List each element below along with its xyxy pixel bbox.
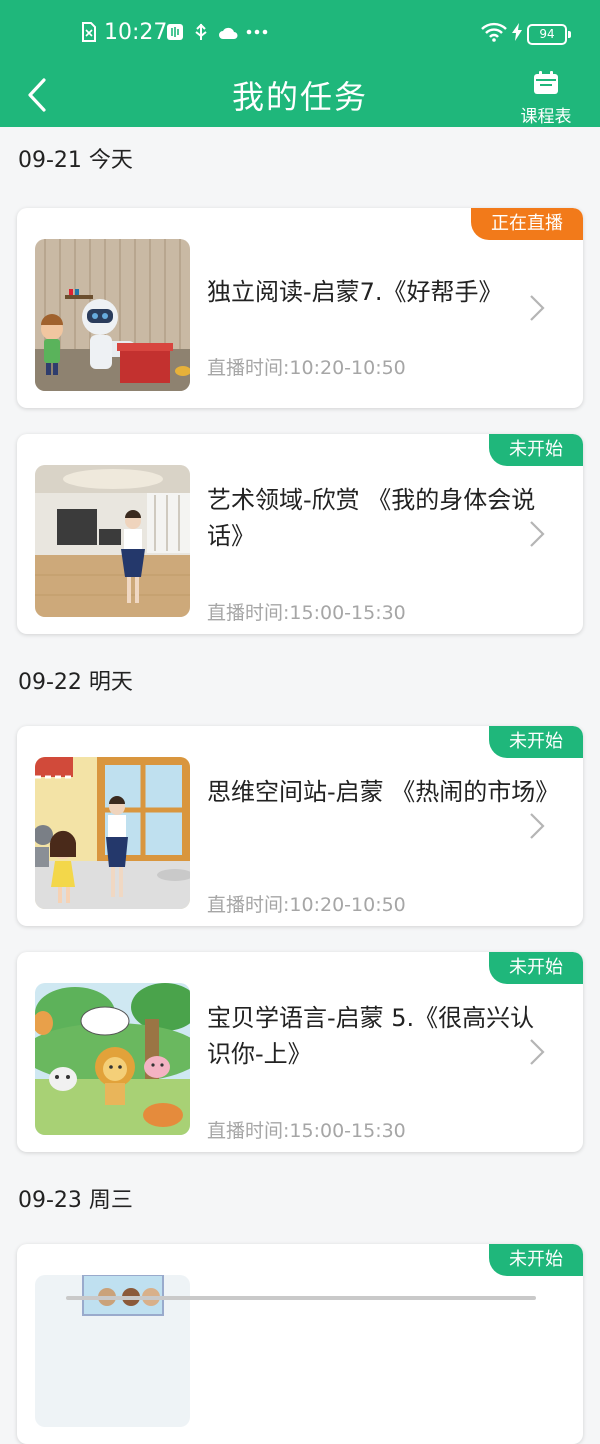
calendar-icon (534, 71, 558, 94)
course-thumbnail (35, 239, 190, 391)
cloud-icon (218, 22, 240, 42)
task-card[interactable]: 未开始 艺术领域-欣赏 《我的身体会说话》 直播时间:15:00-15:30 (17, 434, 583, 634)
task-card[interactable]: 未开始 思维空间站-启蒙 《热闹的市场》 直播时间:10:20-10:50 (17, 726, 583, 926)
live-time: 直播时间:15:00-15:30 (207, 1120, 406, 1142)
chevron-right-icon (530, 813, 545, 839)
live-time: 直播时间:10:20-10:50 (207, 357, 406, 379)
schedule-button[interactable]: 课程表 (516, 70, 576, 127)
date-heading: 09-22 明天 (18, 670, 133, 695)
task-title: 思维空间站-启蒙 《热闹的市场》 (207, 778, 560, 806)
chevron-right-icon (530, 521, 545, 547)
schedule-label: 课程表 (520, 107, 572, 127)
page-title: 我的任务 (231, 78, 368, 116)
chevron-right-icon (530, 295, 545, 321)
nav-gesture-bar (66, 1296, 536, 1300)
status-badge: 未开始 (489, 952, 583, 984)
sim-card-icon (80, 22, 98, 42)
task-title: 宝贝学语言-启蒙 5.《很高兴认识你-上》 (207, 1004, 535, 1068)
live-time: 直播时间:15:00-15:30 (207, 602, 406, 624)
status-bar: 10:27 94 (0, 0, 600, 64)
task-card[interactable]: 正在直播 独立阅读-启蒙7.《好帮手》 直播时间:10:20-10:50 (17, 208, 583, 408)
more-dots-icon (246, 22, 268, 42)
chevron-right-icon (530, 1039, 545, 1065)
battery-level: 94 (527, 24, 571, 45)
course-thumbnail (35, 983, 190, 1135)
live-time: 直播时间:10:20-10:50 (207, 894, 406, 916)
task-card[interactable]: 未开始 宝贝学语言-启蒙 5.《很高兴认识你-上》 直播时间:15:00-15:… (17, 952, 583, 1152)
clock: 10:27 (104, 20, 168, 45)
charging-icon (510, 22, 524, 42)
status-badge: 正在直播 (471, 208, 583, 240)
task-title: 艺术领域-欣赏 《我的身体会说话》 (207, 486, 536, 550)
date-heading: 09-23 周三 (18, 1188, 133, 1213)
task-card[interactable]: 未开始 (17, 1244, 583, 1444)
nav-bar: 我的任务 课程表 (0, 64, 600, 127)
status-badge: 未开始 (489, 434, 583, 466)
course-thumbnail (35, 757, 190, 909)
usb-icon (192, 22, 210, 42)
status-badge: 未开始 (489, 726, 583, 758)
date-heading: 09-21 今天 (18, 148, 133, 173)
course-thumbnail (35, 465, 190, 617)
status-badge: 未开始 (489, 1244, 583, 1276)
wifi-icon (480, 22, 508, 42)
task-title: 独立阅读-启蒙7.《好帮手》 (207, 278, 503, 306)
app-notification-icon (166, 22, 184, 42)
